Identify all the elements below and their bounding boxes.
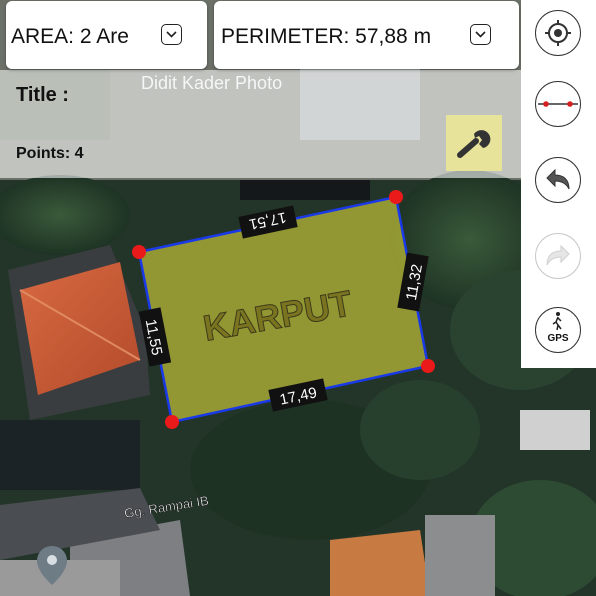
undo-button[interactable] (535, 157, 581, 203)
polygon-vertex[interactable] (132, 245, 146, 259)
undo-icon (546, 168, 570, 190)
locate-icon (545, 20, 571, 46)
redo-button[interactable] (535, 233, 581, 279)
gps-label: GPS (547, 333, 569, 344)
area-value: AREA: 2 Are (11, 25, 129, 48)
points-count: Points: 4 (16, 145, 84, 162)
perimeter-value: PERIMETER: 57,88 m (221, 25, 432, 48)
wrench-icon (457, 130, 491, 158)
polygon-vertex[interactable] (421, 359, 435, 373)
title-label[interactable]: Title : (16, 84, 69, 107)
area-card[interactable]: AREA: 2 Are (6, 1, 207, 69)
measure-line-button[interactable] (535, 81, 581, 127)
chevron-down-icon (475, 31, 486, 38)
polygon-vertex[interactable] (389, 190, 403, 204)
measure-line-icon (538, 101, 578, 107)
chevron-down-icon (166, 31, 177, 38)
perimeter-card[interactable]: PERIMETER: 57,88 m (214, 1, 519, 69)
watermark-text: Didit Kader Photo (141, 73, 283, 93)
perimeter-unit-dropdown[interactable] (470, 24, 491, 45)
area-unit-dropdown[interactable] (161, 24, 182, 45)
redo-icon (546, 244, 570, 266)
gps-walk-icon (552, 312, 562, 331)
settings-button[interactable] (446, 115, 502, 171)
gps-button[interactable]: GPS (535, 307, 581, 353)
polygon-vertex[interactable] (165, 415, 179, 429)
locate-button[interactable] (535, 10, 581, 56)
